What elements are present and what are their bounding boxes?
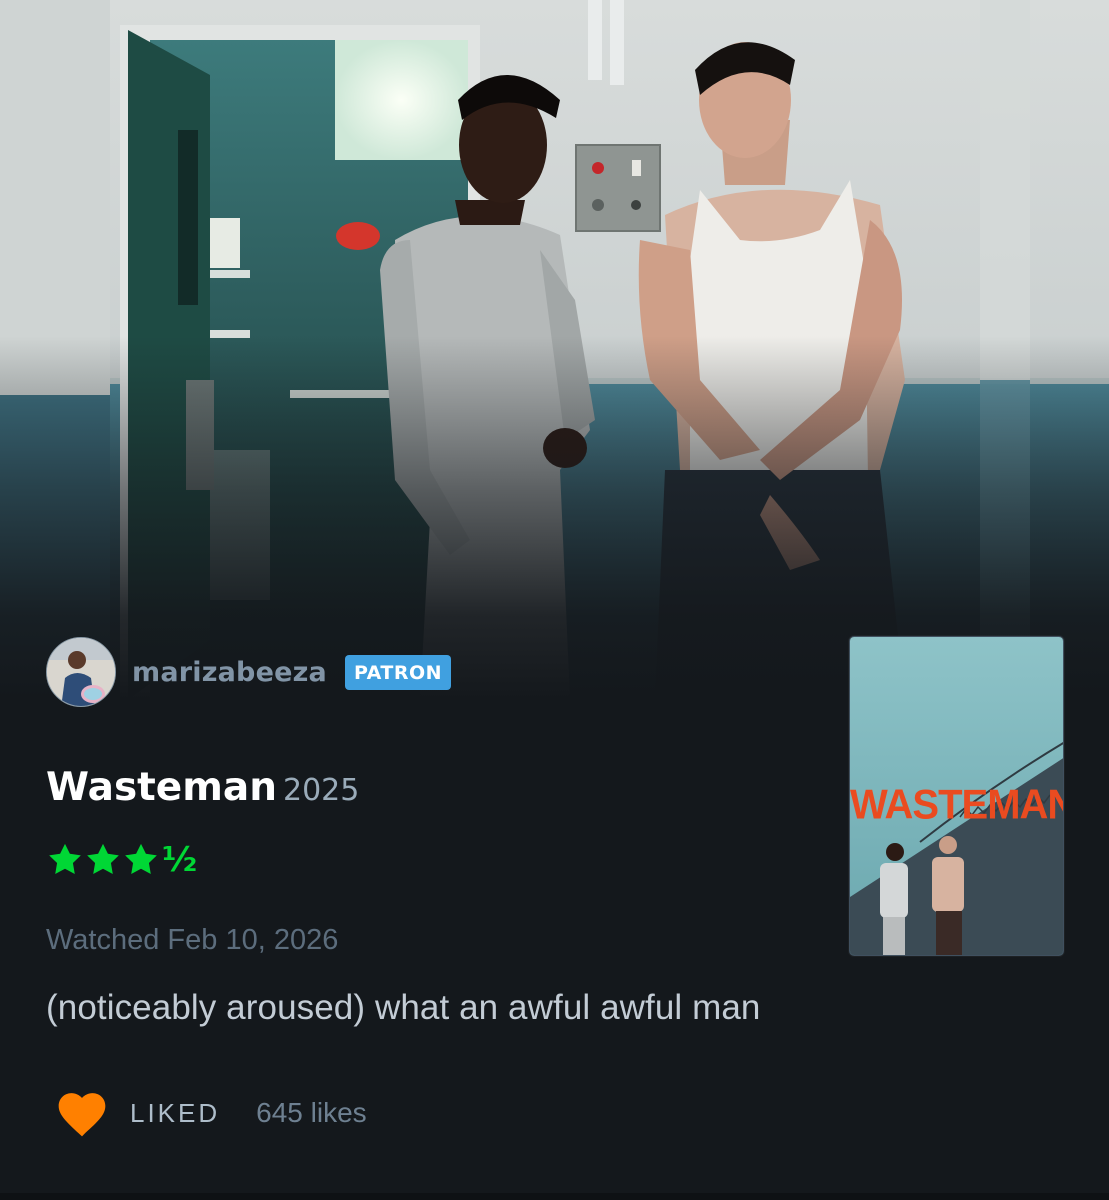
poster-title: WASTEMAN — [850, 781, 1064, 829]
backdrop-fade — [0, 0, 1109, 700]
film-poster[interactable]: WASTEMAN — [849, 636, 1064, 956]
heart-icon[interactable] — [54, 1088, 110, 1138]
review-author[interactable]: marizabeeza PATRON — [46, 636, 452, 708]
watched-date: Watched Feb 10, 2026 — [46, 924, 339, 956]
film-year[interactable]: 2025 — [283, 773, 359, 808]
liked-label[interactable]: LIKED — [130, 1098, 220, 1129]
star-icon — [87, 843, 119, 874]
avatar[interactable] — [46, 637, 116, 707]
half-star: ½ — [162, 840, 198, 880]
like-count[interactable]: 645 likes — [256, 1097, 367, 1129]
likes-row: LIKED 645 likes — [54, 1085, 367, 1141]
star-icon — [125, 843, 157, 874]
star-icon — [49, 843, 81, 874]
film-title[interactable]: Wasteman — [46, 765, 277, 810]
review-body: (noticeably aroused) what an awful awful… — [46, 988, 761, 1027]
username[interactable]: marizabeeza — [132, 657, 327, 688]
film-heading: Wasteman 2025 — [46, 765, 359, 810]
bottom-divider — [0, 1193, 1109, 1200]
star-rating: ½ — [46, 838, 197, 882]
patron-badge: PATRON — [344, 654, 452, 690]
